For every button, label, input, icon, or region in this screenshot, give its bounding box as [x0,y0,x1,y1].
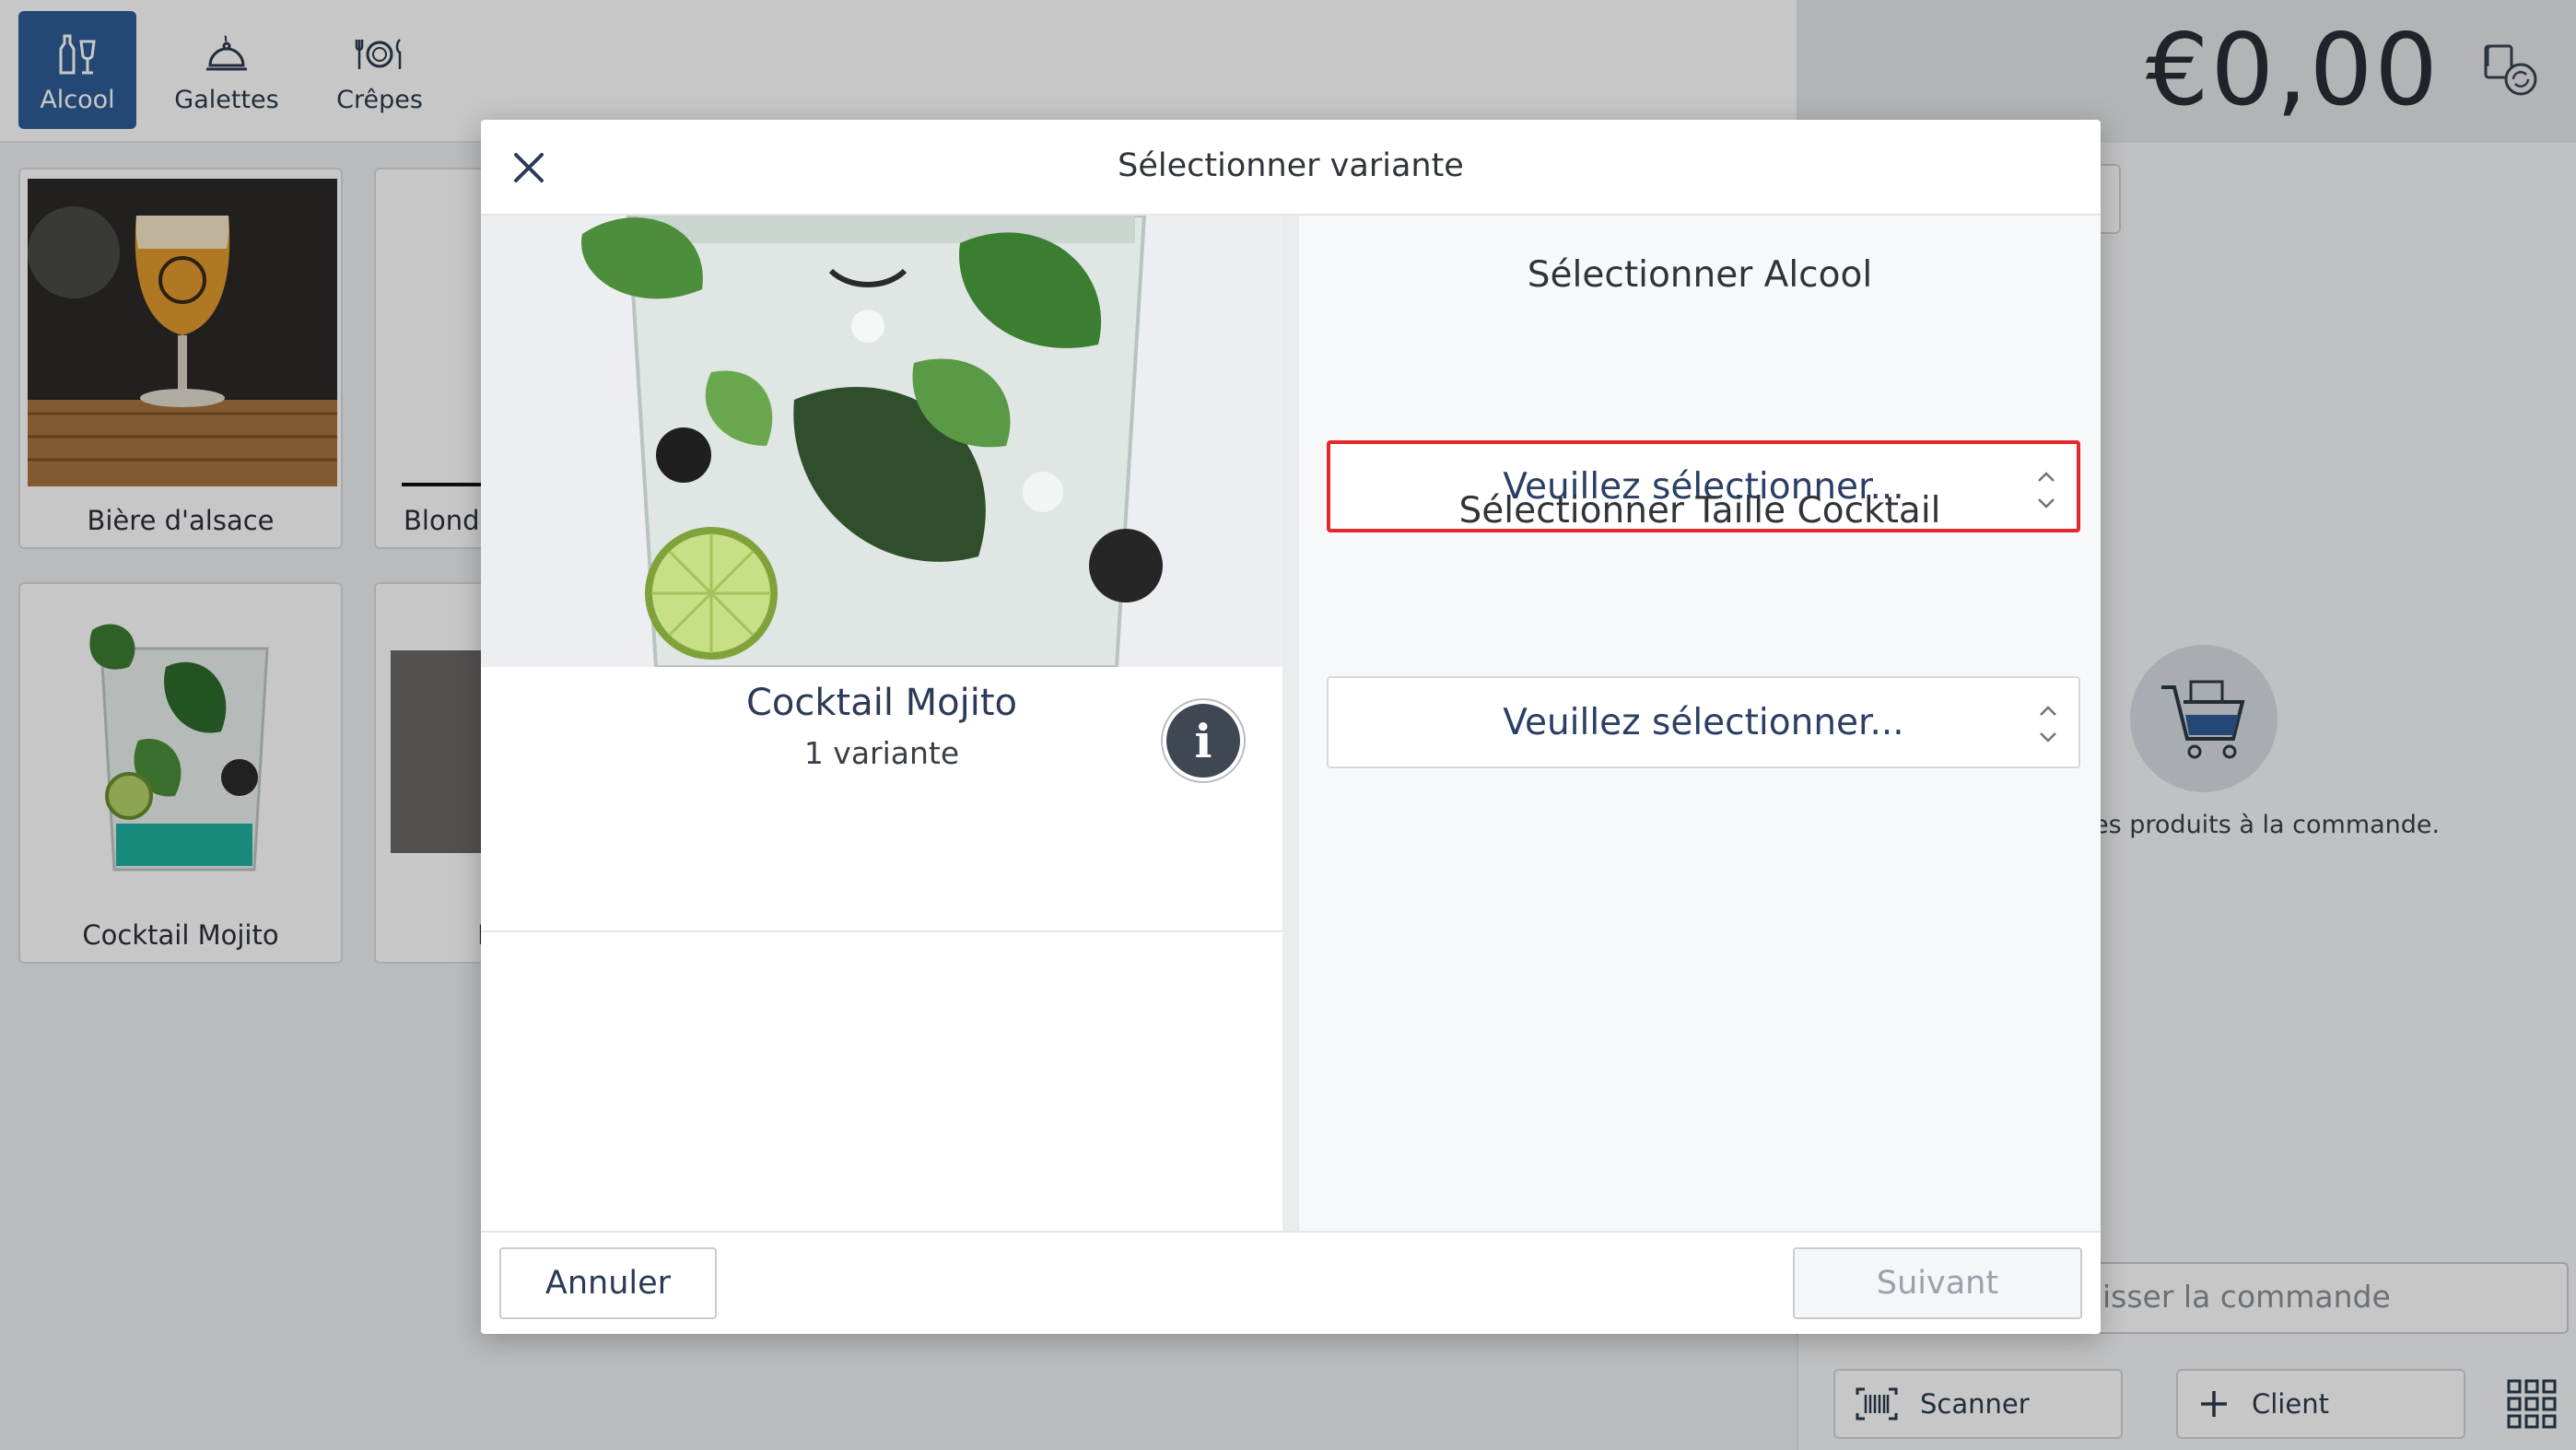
select-taille-value: Veuillez sélectionner... [1503,701,1904,743]
mojito-image [481,216,1282,667]
column-divider [1282,216,1299,1231]
product-name: Cocktail Mojito [745,682,1018,724]
variant-count: 1 variante [803,735,960,771]
select-taille-dropdown[interactable]: Veuillez sélectionner... [1327,676,2080,768]
cancel-button[interactable]: Annuler [499,1247,717,1319]
dialog-header: Sélectionner variante [481,120,2101,216]
divider [481,930,1282,932]
select-taille-label: Sélectionner Taille Cocktail [1458,490,1941,532]
variant-selectors: Sélectionner Alcool Veuillez sélectionne… [1299,216,2101,1231]
updown-chevron-icon [2040,706,2056,743]
product-summary: i Cocktail Mojito 1 variante [481,216,1282,1231]
pos-app: Alcool Galettes Crêpes Bière d'alsace Bl… [0,0,2576,1450]
next-button[interactable]: Suivant [1793,1247,2082,1319]
variant-dialog: Sélectionner variante i Cocktail Mojito … [481,120,2101,1334]
dialog-title: Sélectionner variante [1118,147,1464,184]
select-alcool-label: Sélectionner Alcool [1527,254,1873,296]
dialog-footer: Annuler Suivant [481,1231,2101,1334]
